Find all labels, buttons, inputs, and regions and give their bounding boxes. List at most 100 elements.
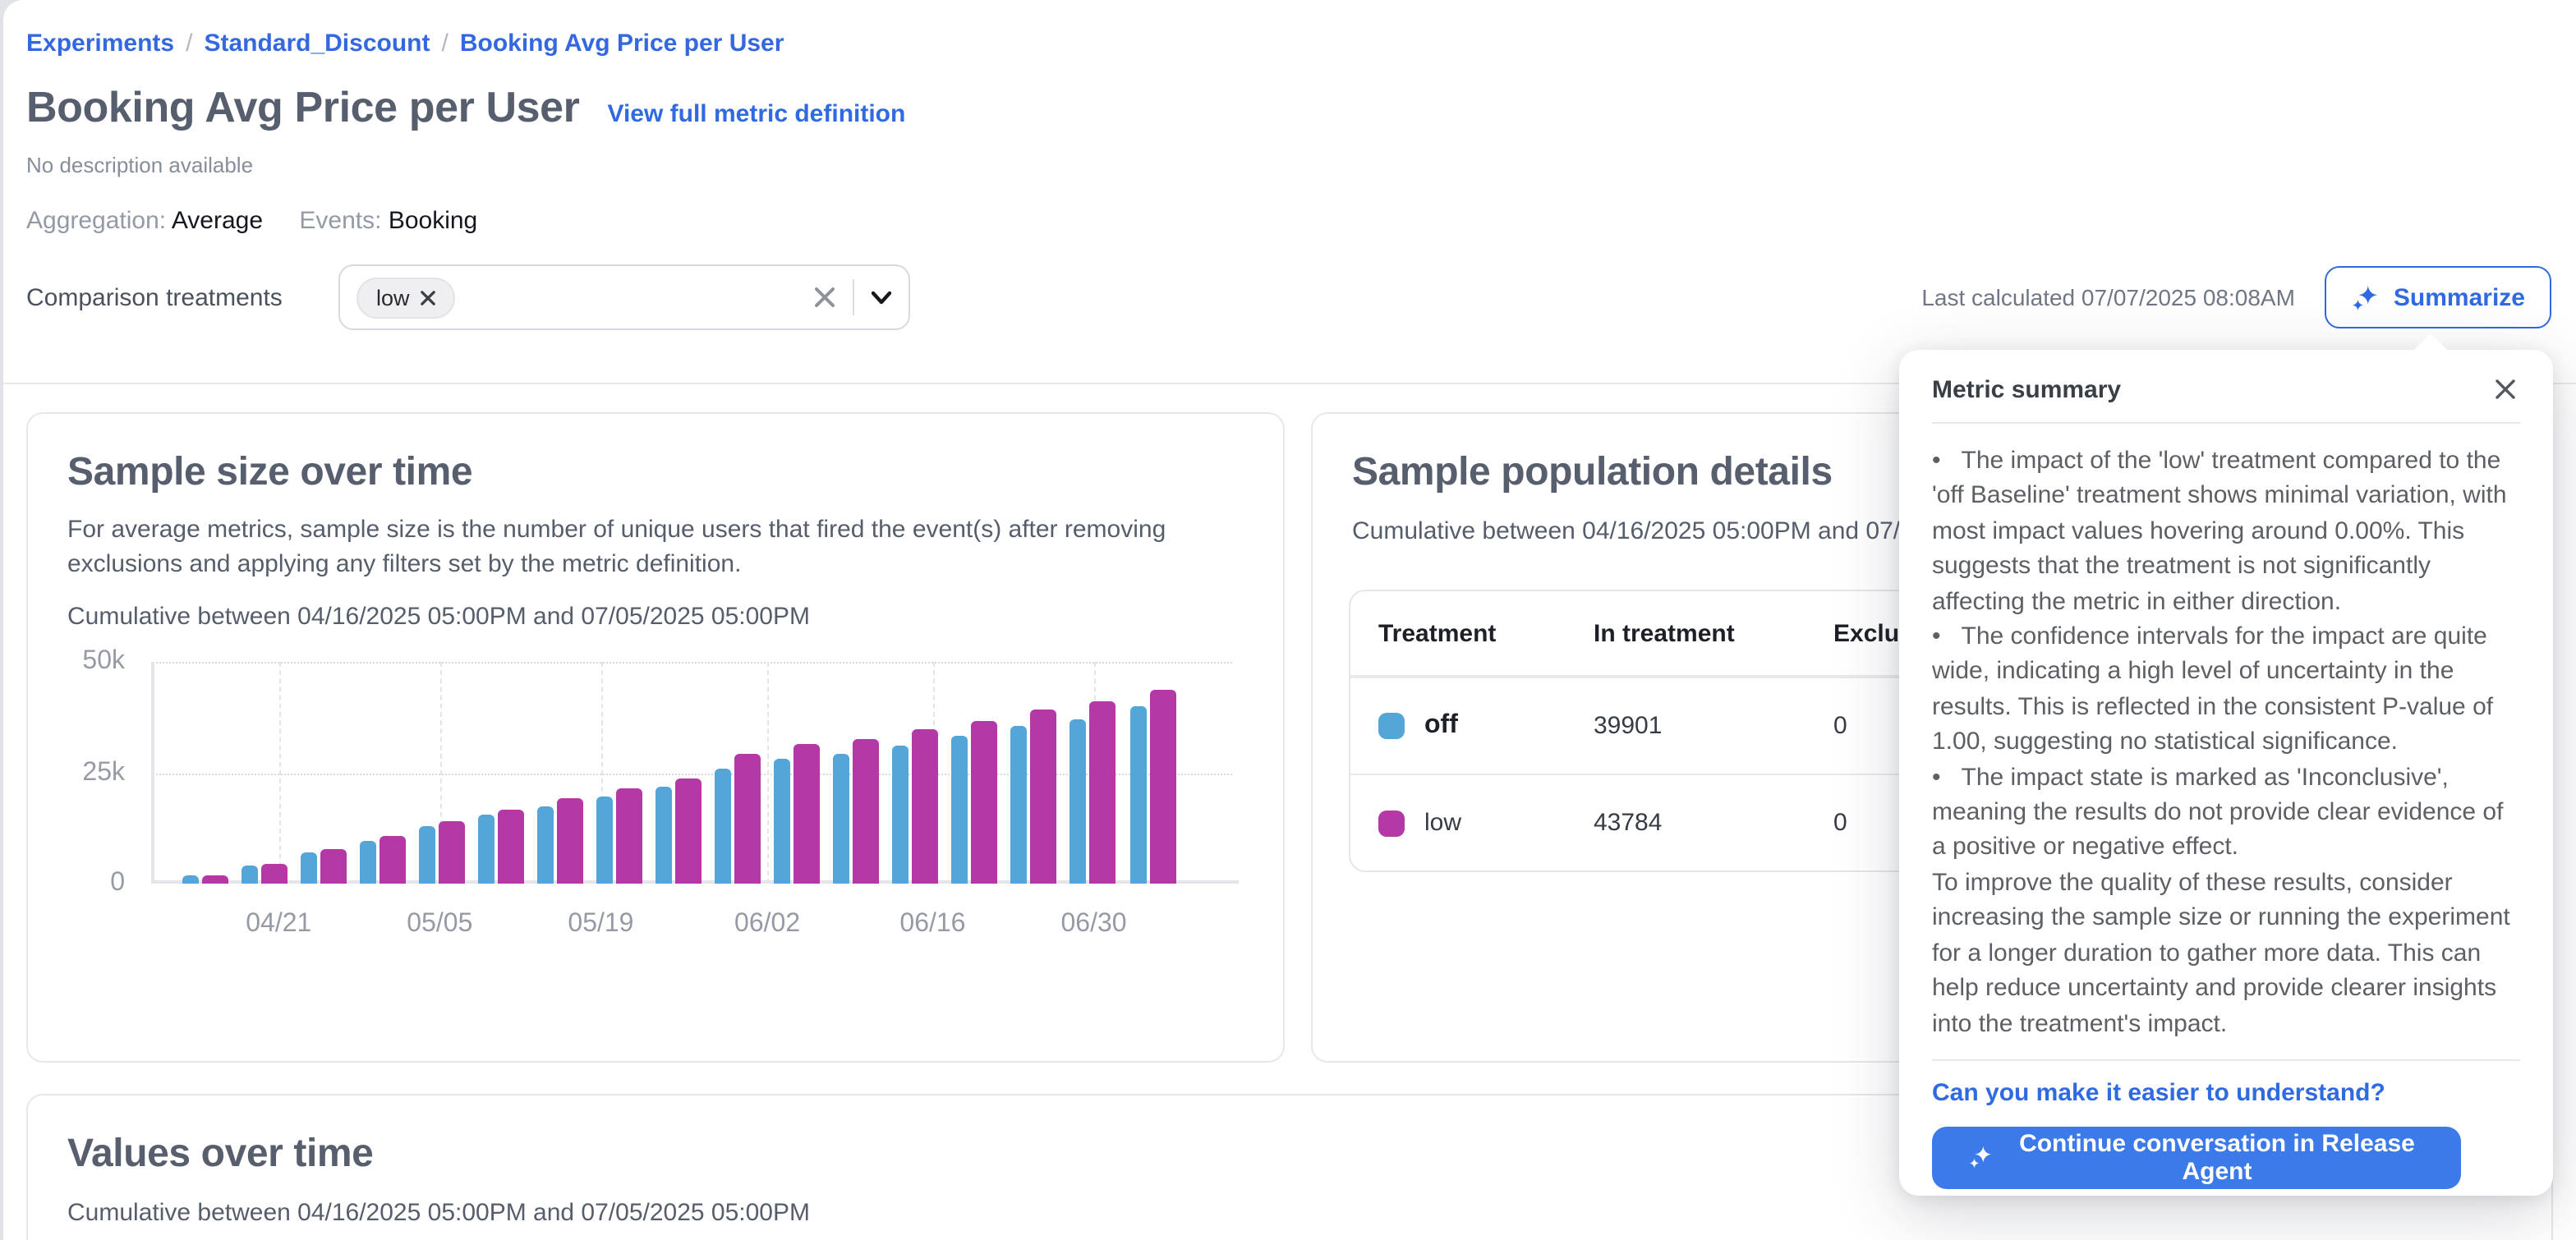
bar-low[interactable] [1090, 701, 1116, 884]
select-divider [853, 279, 854, 315]
bar-off[interactable] [893, 746, 909, 884]
metric-meta-row: Aggregation: Average Events: Booking [26, 207, 507, 235]
bar-low[interactable] [557, 798, 583, 884]
excluded-value: 0 [1833, 809, 1847, 837]
treatment-swatch [1378, 810, 1405, 836]
bar-off[interactable] [359, 842, 375, 884]
sample-size-subtitle: Cumulative between 04/16/2025 05:00PM an… [67, 603, 1244, 631]
bar-off[interactable] [1129, 707, 1146, 884]
bar-low[interactable] [498, 809, 524, 884]
bar-off[interactable] [182, 875, 198, 884]
bar-low[interactable] [616, 788, 642, 884]
bar-off[interactable] [715, 769, 731, 884]
bar-off[interactable] [774, 759, 790, 884]
bar-low[interactable] [1031, 710, 1057, 884]
y-axis-tick-label: 25k [23, 758, 125, 788]
page-title: Booking Avg Price per User [26, 82, 580, 133]
bar-off[interactable] [241, 866, 257, 884]
popover-summary-text: • The impact of the 'low' treatment comp… [1932, 443, 2520, 1041]
y-axis-tick-label: 50k [23, 647, 125, 677]
in-treatment-value: 39901 [1594, 712, 1662, 740]
excluded-value: 0 [1833, 712, 1847, 740]
bar-low[interactable] [1149, 690, 1175, 884]
bar-off[interactable] [656, 788, 672, 884]
x-axis-tick-label: 06/02 [734, 910, 800, 939]
treatment-chip[interactable]: low [356, 277, 456, 318]
comparison-treatments-label: Comparison treatments [26, 283, 338, 311]
bar-low[interactable] [972, 720, 998, 884]
bar-off[interactable] [833, 754, 849, 884]
bar-off[interactable] [952, 736, 968, 884]
bar-low[interactable] [853, 739, 879, 884]
chevron-down-icon[interactable] [871, 290, 892, 305]
sample-size-bar-chart[interactable]: 025k50k04/2105/0505/1906/0206/1606/30 [151, 662, 1232, 884]
bar-off[interactable] [300, 852, 316, 884]
sample-size-description: For average metrics, sample size is the … [67, 512, 1171, 581]
aggregation-label: Aggregation: [26, 207, 166, 235]
bar-off[interactable] [1070, 719, 1087, 884]
x-axis-tick-label: 06/30 [1060, 910, 1126, 939]
bar-low[interactable] [734, 754, 761, 884]
breadcrumb-separator: / [174, 30, 204, 57]
summarize-button[interactable]: Summarize [2325, 266, 2551, 328]
bar-off[interactable] [596, 797, 613, 884]
v-gridline [767, 662, 769, 884]
treatment-name: off [1424, 711, 1458, 741]
sparkles-icon [1968, 1144, 1993, 1172]
bar-off[interactable] [419, 826, 435, 884]
y-axis-tick-label: 0 [23, 869, 125, 898]
x-axis-tick-label: 06/16 [899, 910, 965, 939]
x-axis-tick-label: 04/21 [246, 910, 311, 939]
bar-low[interactable] [260, 864, 287, 884]
bar-off[interactable] [478, 815, 494, 884]
view-metric-definition-link[interactable]: View full metric definition [608, 100, 906, 128]
sparkles-icon [2351, 283, 2379, 311]
bar-low[interactable] [379, 836, 405, 884]
bar-low[interactable] [913, 730, 939, 884]
chip-remove-icon[interactable] [421, 290, 436, 305]
last-calculated-text: Last calculated 07/07/2025 08:08AM [1921, 284, 2295, 310]
bar-off[interactable] [1011, 726, 1028, 884]
bar-low[interactable] [675, 778, 702, 884]
popover-title: Metric summary [1932, 375, 2121, 403]
breadcrumb-item[interactable]: Standard_Discount [204, 30, 430, 57]
bar-low[interactable] [439, 820, 465, 884]
y-axis-line [151, 662, 154, 884]
column-header: Treatment [1378, 619, 1496, 647]
x-axis-tick-label: 05/05 [407, 910, 472, 939]
sample-size-card: Sample size over time For average metric… [26, 412, 1285, 1063]
bar-off[interactable] [537, 807, 554, 884]
events-value: Booking [389, 207, 477, 235]
column-header: In treatment [1594, 619, 1735, 647]
in-treatment-value: 43784 [1594, 809, 1662, 837]
treatment-name: low [1424, 809, 1461, 837]
continue-conversation-button[interactable]: Continue conversation in Release Agent [1932, 1127, 2461, 1189]
breadcrumb-item[interactable]: Booking Avg Price per User [460, 30, 784, 57]
sample-size-title: Sample size over time [67, 450, 1244, 496]
aggregation-value: Average [172, 207, 263, 235]
breadcrumb-item[interactable]: Experiments [26, 30, 174, 57]
events-label: Events: [299, 207, 381, 235]
h-gridline [151, 662, 1232, 664]
bar-low[interactable] [320, 848, 346, 884]
breadcrumb: Experiments/Standard_Discount/Booking Av… [26, 30, 784, 57]
comparison-treatments-select[interactable]: low [338, 264, 910, 330]
bar-low[interactable] [794, 744, 820, 884]
breadcrumb-separator: / [430, 30, 460, 57]
summary-bullet: • The impact state is marked as 'Inconcl… [1932, 760, 2520, 865]
popover-notch [2413, 333, 2448, 368]
clear-selection-icon[interactable] [813, 286, 836, 309]
popover-footer-divider [1932, 1059, 2520, 1061]
treatment-swatch [1378, 713, 1405, 739]
bar-low[interactable] [201, 875, 228, 884]
popover-header-divider [1932, 422, 2520, 424]
summary-paragraph: To improve the quality of these results,… [1932, 866, 2520, 1041]
treatment-chip-label: low [376, 285, 410, 310]
summary-bullet: • The impact of the 'low' treatment comp… [1932, 443, 2520, 619]
close-icon[interactable] [2491, 374, 2520, 404]
description-text: No description available [26, 153, 253, 177]
followup-question-link[interactable]: Can you make it easier to understand? [1932, 1079, 2520, 1107]
page: Experiments/Standard_Discount/Booking Av… [3, 0, 2576, 1240]
metric-summary-popover: Metric summary • The impact of the 'low'… [1899, 350, 2553, 1196]
v-gridline [278, 662, 280, 884]
